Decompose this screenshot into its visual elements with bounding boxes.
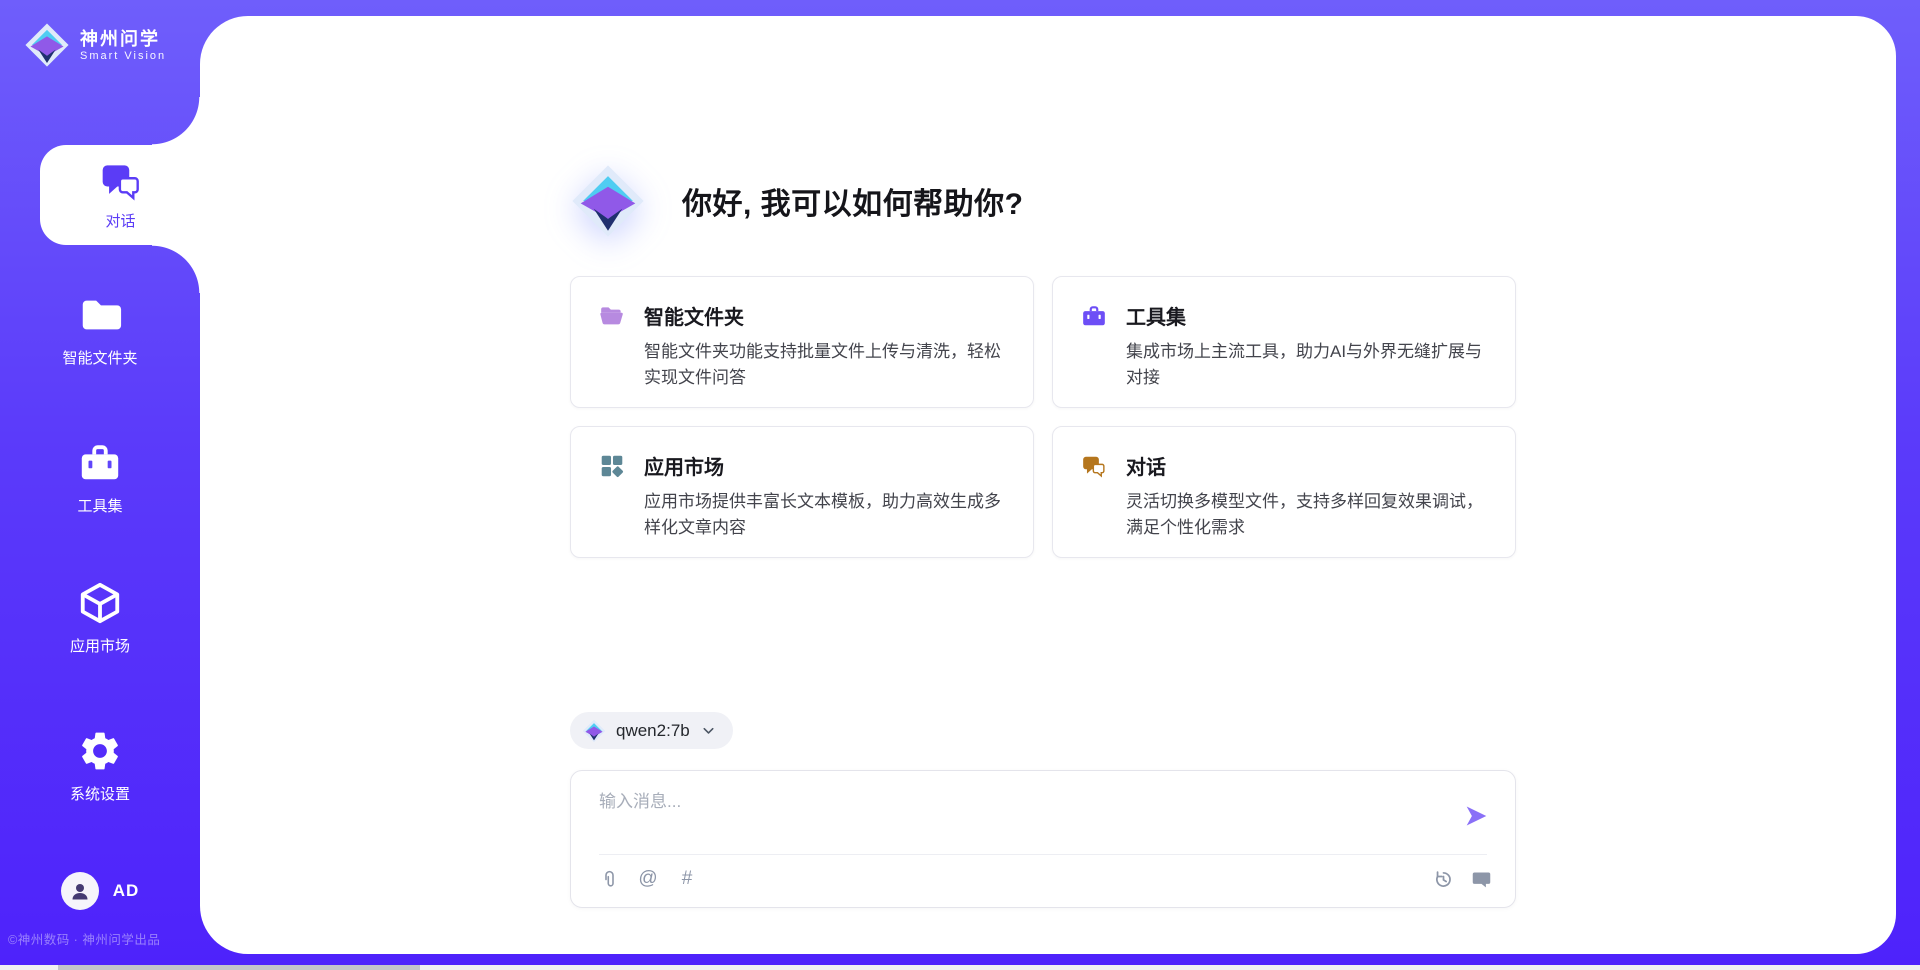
attachment-button[interactable]	[597, 867, 621, 891]
hash-icon: #	[682, 868, 693, 890]
greeting-header: 你好, 我可以如何帮助你?	[570, 163, 1024, 239]
model-selector[interactable]: qwen2:7b	[570, 712, 733, 749]
card-chat[interactable]: 对话 灵活切换多模型文件，支持多样回复效果调试，满足个性化需求	[1052, 426, 1516, 558]
chat-icon	[99, 159, 143, 203]
conversation-button[interactable]	[1469, 867, 1493, 891]
chevron-down-icon	[700, 722, 717, 739]
send-icon	[1463, 803, 1489, 829]
sidebar-item-label: 工具集	[77, 495, 122, 516]
card-toolset[interactable]: 工具集 集成市场上主流工具，助力AI与外界无缝扩展与对接	[1052, 276, 1516, 408]
sidebar-item-smart-folder[interactable]: 智能文件夹	[0, 292, 200, 368]
card-title: 应用市场	[644, 451, 1007, 480]
message-input[interactable]	[599, 787, 1439, 843]
sidebar-item-app-market[interactable]: 应用市场	[0, 580, 200, 656]
scrollbar-thumb[interactable]	[58, 965, 420, 970]
avatar	[61, 872, 99, 910]
app-name: 神州问学	[80, 28, 166, 51]
send-button[interactable]	[1463, 803, 1489, 829]
sidebar-item-toolset[interactable]: 工具集	[0, 440, 200, 516]
chat-bubble-icon	[1471, 869, 1492, 890]
card-smart-folder[interactable]: 智能文件夹 智能文件夹功能支持批量文件上传与清洗，轻松实现文件问答	[570, 276, 1034, 408]
briefcase-icon	[1081, 303, 1107, 329]
model-name: qwen2:7b	[616, 721, 690, 741]
person-icon	[68, 879, 92, 903]
user-account[interactable]: AD	[0, 872, 200, 910]
card-title: 智能文件夹	[644, 301, 1007, 330]
user-name: AD	[113, 881, 140, 901]
sidebar-item-chat[interactable]: 对话	[40, 145, 201, 245]
app-logo: 神州问学 Smart Vision	[24, 22, 166, 68]
sidebar-item-label: 对话	[105, 210, 135, 231]
composer-tools: @ #	[597, 867, 699, 891]
chat-icon	[1081, 453, 1107, 479]
grid-cube-icon	[599, 453, 625, 479]
brand-diamond-icon	[570, 163, 646, 239]
history-button[interactable]	[1431, 867, 1455, 891]
card-description: 灵活切换多模型文件，支持多样回复效果调试，满足个性化需求	[1126, 489, 1489, 542]
card-description: 智能文件夹功能支持批量文件上传与清洗，轻松实现文件问答	[644, 339, 1007, 392]
card-description: 集成市场上主流工具，助力AI与外界无缝扩展与对接	[1126, 339, 1489, 392]
tab-curve-top	[152, 97, 200, 145]
message-composer: @ #	[570, 770, 1516, 908]
paperclip-icon	[599, 869, 620, 890]
history-icon	[1433, 869, 1454, 890]
mention-button[interactable]: @	[636, 867, 660, 891]
horizontal-scrollbar[interactable]	[0, 965, 1920, 970]
card-title: 对话	[1126, 451, 1489, 480]
app-window: 神州问学 Smart Vision 对话 智能文件夹 工具集	[0, 0, 1920, 970]
brand-diamond-icon	[24, 22, 70, 68]
cube-icon	[77, 580, 123, 626]
tab-curve-bottom	[152, 245, 200, 293]
briefcase-icon	[77, 440, 123, 486]
composer-divider	[599, 854, 1487, 855]
at-icon: @	[638, 868, 657, 890]
folder-open-icon	[599, 303, 625, 329]
folder-icon	[77, 292, 123, 338]
gear-icon	[77, 728, 123, 774]
sidebar-item-label: 系统设置	[70, 783, 130, 804]
composer-tools-right	[1431, 867, 1493, 891]
topic-button[interactable]: #	[675, 867, 699, 891]
greeting-title: 你好, 我可以如何帮助你?	[682, 179, 1024, 223]
card-title: 工具集	[1126, 301, 1489, 330]
card-description: 应用市场提供丰富长文本模板，助力高效生成多样化文章内容	[644, 489, 1007, 542]
sidebar-item-settings[interactable]: 系统设置	[0, 728, 200, 804]
feature-cards: 智能文件夹 智能文件夹功能支持批量文件上传与清洗，轻松实现文件问答 工具集 集成…	[570, 276, 1516, 558]
app-subtitle: Smart Vision	[80, 50, 166, 62]
card-app-market[interactable]: 应用市场 应用市场提供丰富长文本模板，助力高效生成多样化文章内容	[570, 426, 1034, 558]
copyright-text: ©神州数码 · 神州问学出品	[8, 929, 160, 948]
sidebar-item-label: 智能文件夹	[62, 347, 137, 368]
model-diamond-icon	[582, 719, 606, 743]
sidebar-item-label: 应用市场	[70, 635, 130, 656]
